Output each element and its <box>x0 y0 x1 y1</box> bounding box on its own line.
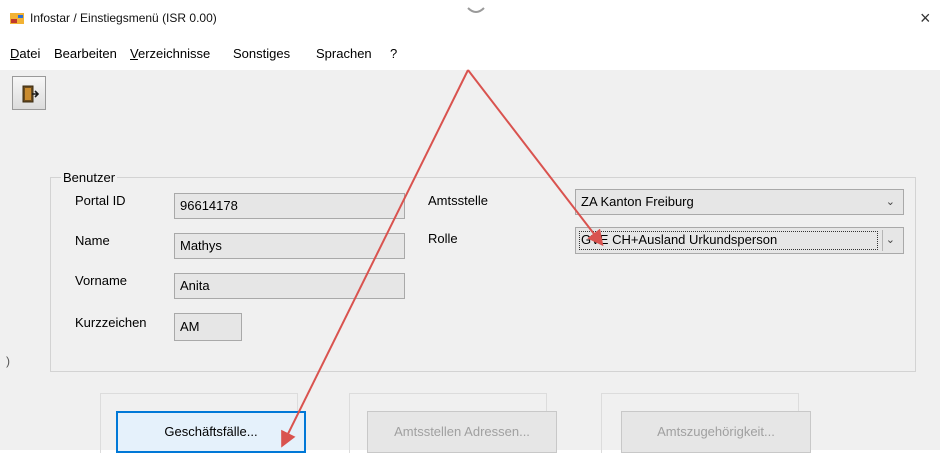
amtsstelle-label: Amtsstelle <box>428 193 488 208</box>
menu-sprachen[interactable]: Sprachen <box>316 46 372 61</box>
portal-id-label: Portal ID <box>75 193 126 208</box>
close-window-button[interactable]: × <box>920 8 931 28</box>
edge-mark: ) <box>6 354 10 368</box>
amtsstelle-select[interactable]: ZA Kanton Freiburg ⌄ <box>575 189 904 215</box>
portal-id-field[interactable]: 96614178 <box>174 193 405 219</box>
amtsstellen-adressen-button[interactable]: Amtsstellen Adressen... <box>367 411 557 453</box>
exit-door-icon <box>22 85 40 103</box>
kurzzeichen-label: Kurzzeichen <box>75 315 147 330</box>
title-bar: Infostar / Einstiegsmenü (ISR 0.00) × <box>0 0 940 40</box>
name-field[interactable]: Mathys <box>174 233 405 259</box>
focus-indicator <box>579 231 878 250</box>
rolle-label: Rolle <box>428 231 458 246</box>
chevron-down-icon: ⌄ <box>885 196 895 208</box>
menu-datei[interactable]: Datei <box>10 46 40 61</box>
window-title: Infostar / Einstiegsmenü (ISR 0.00) <box>30 11 217 25</box>
exit-button[interactable] <box>12 76 46 110</box>
geschaeftsfaelle-button[interactable]: Geschäftsfälle... <box>116 411 306 453</box>
menu-bearbeiten[interactable]: Bearbeiten <box>54 46 117 61</box>
loading-spinner-icon <box>467 7 485 13</box>
amtsstelle-value: ZA Kanton Freiburg <box>581 194 694 209</box>
amtszugehoerigkeit-button[interactable]: Amtszugehörigkeit... <box>621 411 811 453</box>
menu-verzeichnisse[interactable]: Verzeichnisse <box>130 46 210 61</box>
rolle-select[interactable]: GVE CH+Ausland Urkundsperson ⌄ <box>575 227 904 254</box>
app-icon <box>10 13 24 24</box>
benutzer-legend: Benutzer <box>63 170 116 185</box>
combo-separator <box>882 230 883 251</box>
name-label: Name <box>75 233 110 248</box>
chevron-down-icon: ⌄ <box>885 234 895 246</box>
vorname-label: Vorname <box>75 273 128 288</box>
menu-help[interactable]: ? <box>390 46 397 61</box>
vorname-field[interactable]: Anita <box>174 273 405 299</box>
kurzzeichen-field[interactable]: AM <box>174 313 242 341</box>
menu-sonstiges[interactable]: Sonstiges <box>233 46 290 61</box>
